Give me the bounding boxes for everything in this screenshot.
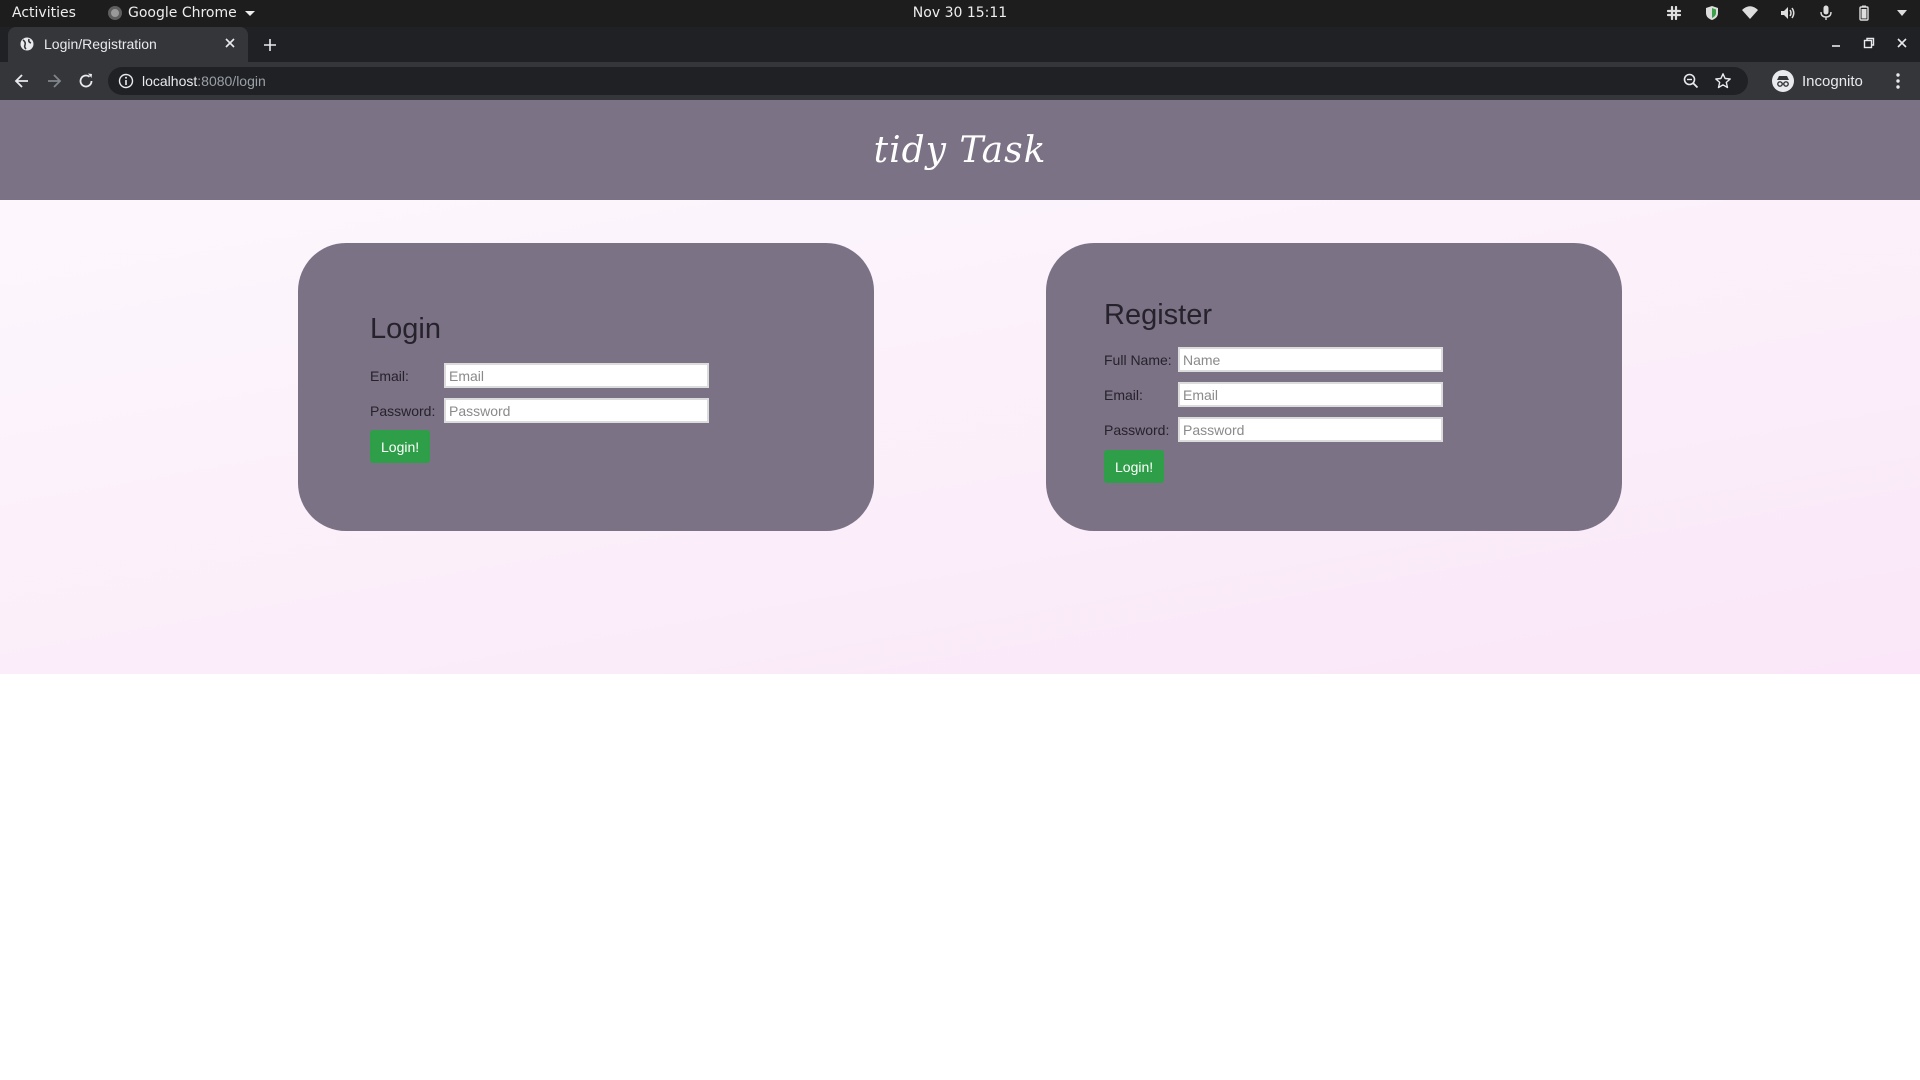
- login-password-input[interactable]: [444, 398, 709, 423]
- url-host: localhost: [142, 73, 198, 89]
- incognito-profile-button[interactable]: Incognito: [1772, 67, 1863, 95]
- incognito-label: Incognito: [1802, 72, 1863, 90]
- browser-toolbar: localhost:8080/login Incognito: [0, 62, 1920, 100]
- login-email-row: Email:: [370, 363, 709, 388]
- forward-arrow-icon[interactable]: [44, 71, 64, 91]
- tab-title: Login/Registration: [44, 36, 157, 52]
- site-header: tidy Task: [0, 100, 1920, 200]
- login-heading: Login: [370, 313, 441, 345]
- chrome-icon: [108, 6, 122, 20]
- caret-down-icon[interactable]: [1894, 5, 1910, 21]
- login-submit-button[interactable]: Login!: [370, 430, 431, 463]
- new-tab-button[interactable]: [260, 35, 280, 55]
- login-card: Login Email: Password: Login!: [298, 243, 874, 531]
- close-window-icon[interactable]: [1894, 35, 1910, 51]
- battery-icon[interactable]: [1856, 5, 1872, 21]
- minimize-icon[interactable]: [1828, 35, 1844, 51]
- register-password-row: Password:: [1104, 417, 1443, 442]
- register-submit-button[interactable]: Login!: [1104, 450, 1165, 483]
- app-menu[interactable]: Google Chrome: [108, 5, 255, 21]
- register-name-input[interactable]: [1178, 347, 1443, 372]
- register-name-row: Full Name:: [1104, 347, 1443, 372]
- app-menu-label: Google Chrome: [128, 5, 237, 21]
- slack-icon[interactable]: [1666, 5, 1682, 21]
- activities-button[interactable]: Activities: [12, 5, 76, 21]
- bookmark-star-icon[interactable]: [1714, 72, 1732, 90]
- main-content: Login Email: Password: Login! Register F…: [0, 200, 1920, 674]
- login-email-input[interactable]: [444, 363, 709, 388]
- register-card: Register Full Name: Email: Password: Log…: [1046, 243, 1622, 531]
- more-menu-icon[interactable]: [1888, 71, 1908, 91]
- login-email-label: Email:: [370, 367, 409, 384]
- url-path: :8080/login: [197, 73, 266, 89]
- register-password-input[interactable]: [1178, 417, 1443, 442]
- globe-icon: [20, 37, 34, 51]
- register-password-label: Password:: [1104, 421, 1170, 438]
- tab-login-registration[interactable]: Login/Registration: [8, 27, 248, 62]
- close-icon[interactable]: [222, 35, 238, 51]
- site-title: tidy Task: [873, 129, 1047, 171]
- register-name-label: Full Name:: [1104, 351, 1172, 368]
- incognito-icon: [1772, 70, 1794, 92]
- info-icon[interactable]: [118, 73, 134, 89]
- caret-down-icon: [244, 10, 255, 16]
- url-text[interactable]: localhost:8080/login: [142, 73, 266, 89]
- restore-icon[interactable]: [1861, 35, 1877, 51]
- zoom-icon[interactable]: [1682, 72, 1700, 90]
- system-top-bar: Activities Google Chrome Nov 30 15:11: [0, 0, 1920, 27]
- microphone-icon[interactable]: [1818, 5, 1834, 21]
- register-email-label: Email:: [1104, 386, 1143, 403]
- system-tray[interactable]: [1666, 5, 1910, 21]
- address-bar[interactable]: localhost:8080/login: [108, 67, 1748, 95]
- register-heading: Register: [1104, 299, 1212, 331]
- clock[interactable]: Nov 30 15:11: [913, 5, 1007, 21]
- back-arrow-icon[interactable]: [12, 71, 32, 91]
- login-password-row: Password:: [370, 398, 709, 423]
- register-email-input[interactable]: [1178, 382, 1443, 407]
- page-viewport: tidy Task Login Email: Password: Login! …: [0, 100, 1920, 1080]
- shield-icon[interactable]: [1704, 5, 1720, 21]
- wifi-icon[interactable]: [1742, 5, 1758, 21]
- volume-icon[interactable]: [1780, 5, 1796, 21]
- login-password-label: Password:: [370, 402, 436, 419]
- tab-strip: Login/Registration: [0, 27, 1920, 62]
- register-email-row: Email:: [1104, 382, 1443, 407]
- reload-icon[interactable]: [76, 71, 96, 91]
